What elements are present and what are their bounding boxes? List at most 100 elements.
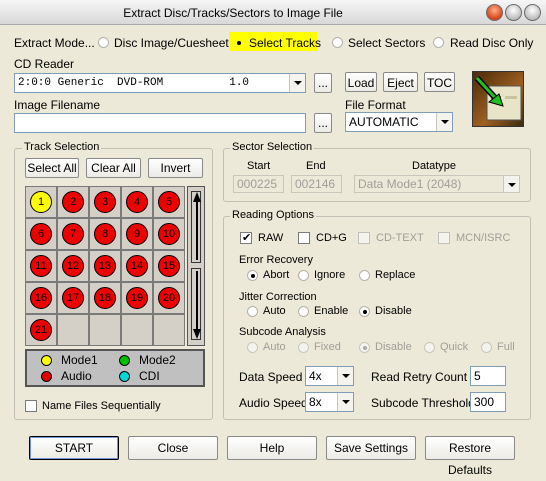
close-button[interactable]: Close xyxy=(128,436,218,460)
track-21-button[interactable]: 21 xyxy=(30,319,52,341)
load-button[interactable]: Load xyxy=(345,72,377,92)
radio-select-sectors-label[interactable]: Select Sectors xyxy=(348,36,425,50)
restore-defaults-button[interactable]: Restore Defaults xyxy=(425,436,515,477)
data-speed-select[interactable]: 4x xyxy=(305,366,354,386)
radio-jitter-auto-label[interactable]: Auto xyxy=(263,305,286,317)
track-1-button[interactable]: 1 xyxy=(30,191,52,213)
image-filename-input[interactable] xyxy=(14,113,306,133)
track-cell[interactable]: 5 xyxy=(153,186,185,218)
toc-button[interactable]: TOC xyxy=(424,72,455,92)
radio-subcode-full[interactable] xyxy=(481,342,492,353)
radio-disc-image-label[interactable]: Disc Image/Cuesheet xyxy=(114,36,229,50)
retry-count-input[interactable]: 5 xyxy=(470,366,506,386)
eject-button[interactable]: Eject xyxy=(383,72,418,92)
radio-subcode-full-label[interactable]: Full xyxy=(497,341,515,353)
track-3-button[interactable]: 3 xyxy=(94,191,116,213)
track-cell[interactable]: 14 xyxy=(121,250,153,282)
track-7-button[interactable]: 7 xyxy=(62,223,84,245)
track-cell[interactable] xyxy=(153,314,185,346)
radio-subcode-fixed[interactable] xyxy=(298,342,309,353)
track-12-button[interactable]: 12 xyxy=(62,255,84,277)
track-cell[interactable]: 19 xyxy=(121,282,153,314)
track-2-button[interactable]: 2 xyxy=(62,191,84,213)
name-files-sequentially-checkbox[interactable] xyxy=(25,400,37,412)
raw-label[interactable]: RAW xyxy=(258,232,283,244)
radio-jitter-auto[interactable] xyxy=(247,306,258,317)
close-window-icon[interactable] xyxy=(486,4,503,21)
track-18-button[interactable]: 18 xyxy=(94,287,116,309)
cdg-label[interactable]: CD+G xyxy=(316,232,347,244)
radio-ignore-label[interactable]: Ignore xyxy=(314,269,345,281)
minimize-window-icon[interactable] xyxy=(505,4,522,21)
track-16-button[interactable]: 16 xyxy=(30,287,52,309)
radio-jitter-enable-label[interactable]: Enable xyxy=(314,305,348,317)
invert-button[interactable]: Invert xyxy=(148,158,203,178)
radio-select-tracks-label[interactable]: Select Tracks xyxy=(249,36,321,50)
cd-reader-browse-button[interactable]: ... xyxy=(314,73,332,93)
radio-subcode-fixed-label[interactable]: Fixed xyxy=(314,341,341,353)
radio-subcode-disable-label[interactable]: Disable xyxy=(375,341,412,353)
raw-checkbox[interactable] xyxy=(240,231,252,244)
scroll-up-track[interactable] xyxy=(191,191,201,263)
track-cell[interactable]: 8 xyxy=(89,218,121,250)
subcode-threshold-input[interactable]: 300 xyxy=(470,392,506,412)
radio-select-tracks[interactable] xyxy=(233,37,244,48)
disc-to-image-icon[interactable] xyxy=(472,71,524,127)
image-filename-browse-button[interactable]: ... xyxy=(314,113,332,133)
track-20-button[interactable]: 20 xyxy=(158,287,180,309)
track-cell[interactable]: 1 xyxy=(25,186,57,218)
track-cell[interactable]: 3 xyxy=(89,186,121,218)
track-cell[interactable]: 11 xyxy=(25,250,57,282)
radio-subcode-disable[interactable] xyxy=(359,342,370,353)
select-all-button[interactable]: Select All xyxy=(25,158,79,178)
sector-end-input[interactable]: 002146 xyxy=(291,175,342,193)
cd-reader-combo[interactable]: 2:0:0 Generic DVD-ROM 1.0 xyxy=(14,73,306,93)
track-9-button[interactable]: 9 xyxy=(126,223,148,245)
start-button[interactable]: START xyxy=(29,436,119,460)
radio-jitter-disable-label[interactable]: Disable xyxy=(375,305,412,317)
radio-read-disc-only-label[interactable]: Read Disc Only xyxy=(450,36,533,50)
radio-read-disc-only[interactable] xyxy=(433,37,444,48)
radio-subcode-auto[interactable] xyxy=(247,342,258,353)
name-files-sequentially-label[interactable]: Name Files Sequentially xyxy=(42,400,161,412)
track-cell[interactable] xyxy=(121,314,153,346)
radio-subcode-auto-label[interactable]: Auto xyxy=(263,341,286,353)
track-6-button[interactable]: 6 xyxy=(30,223,52,245)
track-8-button[interactable]: 8 xyxy=(94,223,116,245)
radio-subcode-quick-label[interactable]: Quick xyxy=(440,341,468,353)
track-cell[interactable]: 6 xyxy=(25,218,57,250)
track-grid-scrollbar[interactable] xyxy=(187,186,205,346)
track-cell[interactable]: 2 xyxy=(57,186,89,218)
maximize-window-icon[interactable] xyxy=(524,4,541,21)
track-15-button[interactable]: 15 xyxy=(158,255,180,277)
track-13-button[interactable]: 13 xyxy=(94,255,116,277)
track-5-button[interactable]: 5 xyxy=(158,191,180,213)
help-button[interactable]: Help xyxy=(227,436,317,460)
radio-jitter-disable[interactable] xyxy=(359,306,370,317)
radio-replace-label[interactable]: Replace xyxy=(375,269,415,281)
track-cell[interactable] xyxy=(57,314,89,346)
track-10-button[interactable]: 10 xyxy=(158,223,180,245)
chevron-down-icon[interactable] xyxy=(436,113,452,131)
clear-all-button[interactable]: Clear All xyxy=(86,158,141,178)
chevron-down-icon[interactable] xyxy=(503,176,519,192)
mcn-isrc-label[interactable]: MCN/ISRC xyxy=(456,232,510,244)
radio-abort[interactable] xyxy=(247,270,258,281)
chevron-down-icon[interactable] xyxy=(337,393,353,411)
track-cell[interactable]: 12 xyxy=(57,250,89,282)
chevron-down-icon[interactable] xyxy=(337,367,353,385)
cdg-checkbox[interactable] xyxy=(298,232,310,244)
track-cell[interactable] xyxy=(89,314,121,346)
track-19-button[interactable]: 19 xyxy=(126,287,148,309)
mcn-isrc-checkbox[interactable] xyxy=(438,232,450,244)
track-cell[interactable]: 16 xyxy=(25,282,57,314)
track-cell[interactable]: 13 xyxy=(89,250,121,282)
track-14-button[interactable]: 14 xyxy=(126,255,148,277)
track-cell[interactable]: 10 xyxy=(153,218,185,250)
track-cell[interactable]: 9 xyxy=(121,218,153,250)
radio-replace[interactable] xyxy=(359,270,370,281)
track-4-button[interactable]: 4 xyxy=(126,191,148,213)
track-cell[interactable]: 17 xyxy=(57,282,89,314)
track-cell[interactable]: 15 xyxy=(153,250,185,282)
sector-start-input[interactable]: 000225 xyxy=(233,175,284,193)
